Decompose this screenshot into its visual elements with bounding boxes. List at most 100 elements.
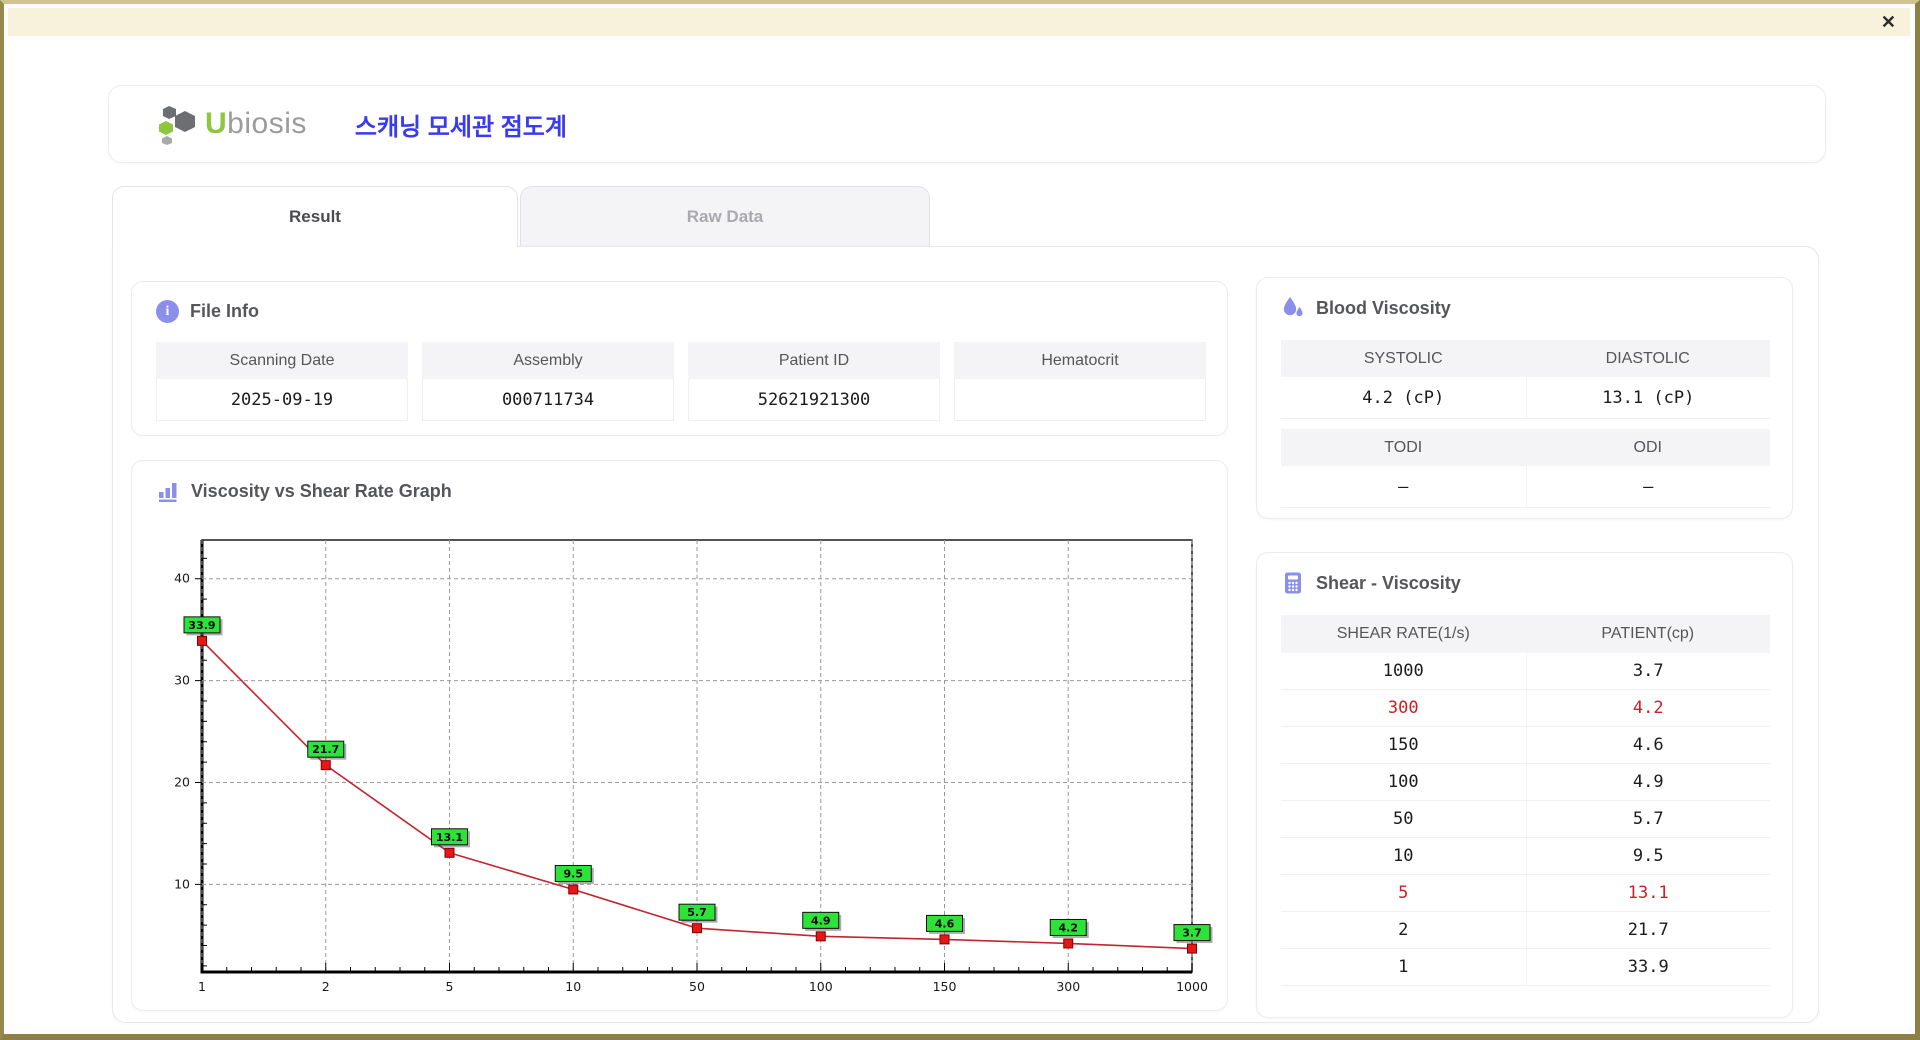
table-row: 150 4.6 <box>1281 727 1770 764</box>
patient-column-header: PATIENT(cp) <box>1601 625 1695 642</box>
metric-value: – <box>1525 466 1770 508</box>
table-row: 300 4.2 <box>1281 690 1770 727</box>
svg-text:5.7: 5.7 <box>687 906 707 919</box>
app-title: 스캐닝 모세관 점도계 <box>354 113 567 141</box>
field-value: 000711734 <box>422 379 674 421</box>
blood-viscosity-group: TODI ODI – – <box>1281 429 1770 508</box>
svg-text:10: 10 <box>174 876 190 891</box>
blood-viscosity-group: SYSTOLIC DIASTOLIC 4.2 (cP) 13.1 (cP) <box>1281 340 1770 419</box>
svg-text:30: 30 <box>174 673 190 688</box>
svg-text:5: 5 <box>446 979 454 994</box>
blood-viscosity-title: Blood Viscosity <box>1316 297 1451 318</box>
shear-viscosity-card: Shear - Viscosity SHEAR RATE(1/s) PATIEN… <box>1256 552 1793 1018</box>
header-card: Ubiosis 스캐닝 모세관 점도계 <box>108 85 1826 163</box>
svg-text:4.6: 4.6 <box>935 917 955 930</box>
droplets-icon <box>1283 297 1303 317</box>
shear-rate-cell: 1000 <box>1382 661 1424 681</box>
patient-cell: 33.9 <box>1525 949 1771 985</box>
shear-rate-cell: 10 <box>1393 846 1414 866</box>
svg-text:1: 1 <box>198 979 206 994</box>
svg-text:4.9: 4.9 <box>811 914 831 927</box>
brand-wordmark: Ubiosis <box>205 107 307 141</box>
table-row: 2 21.7 <box>1281 912 1770 949</box>
shear-viscosity-title: Shear - Viscosity <box>1316 572 1461 593</box>
patient-cell: 4.9 <box>1525 764 1771 800</box>
svg-text:10: 10 <box>565 979 581 994</box>
field-value <box>954 379 1206 421</box>
shear-table-header: SHEAR RATE(1/s) PATIENT(cp) <box>1281 615 1770 653</box>
svg-text:1000: 1000 <box>1176 979 1208 994</box>
blood-viscosity-grid: SYSTOLIC DIASTOLIC 4.2 (cP) 13.1 (cP) TODI OD… <box>1281 340 1770 518</box>
brand-first-letter: U <box>205 107 228 140</box>
tab-result[interactable]: Result <box>112 186 518 247</box>
table-row: 1 33.9 <box>1281 949 1770 986</box>
close-icon[interactable]: ✕ <box>1881 13 1896 31</box>
shear-rate-cell: 5 <box>1398 883 1409 903</box>
metric-label: TODI <box>1281 429 1526 466</box>
tab-raw-data[interactable]: Raw Data <box>520 186 930 247</box>
hexagon-logo-icon <box>159 106 195 145</box>
patient-cell: 3.7 <box>1525 653 1771 689</box>
calculator-icon <box>1285 572 1301 594</box>
metric-label: DIASTOLIC <box>1525 340 1770 377</box>
graph-card: Viscosity vs Shear Rate Graph 33.9 21.7 13… <box>131 460 1228 1011</box>
svg-text:100: 100 <box>809 979 833 994</box>
svg-text:9.5: 9.5 <box>564 867 584 880</box>
svg-text:4.2: 4.2 <box>1059 921 1079 934</box>
viscosity-chart: 33.9 21.7 13.1 9.5 5.7 4.9 4.6 4.2 3.7 10 20 30 40 1 2… <box>174 539 1213 994</box>
table-row: 10 9.5 <box>1281 838 1770 875</box>
svg-text:3.7: 3.7 <box>1182 927 1202 940</box>
shear-rate-cell: 1 <box>1398 957 1409 977</box>
svg-text:33.9: 33.9 <box>188 619 215 632</box>
patient-cell: 21.7 <box>1525 912 1771 948</box>
graph-title: Viscosity vs Shear Rate Graph <box>191 480 452 501</box>
table-row: 5 13.1 <box>1281 875 1770 912</box>
shear-table: SHEAR RATE(1/s) PATIENT(cp) 1000 3.7 300 4.… <box>1281 615 1770 986</box>
brand-logo: Ubiosis <box>155 103 307 145</box>
svg-text:150: 150 <box>933 979 957 994</box>
svg-text:40: 40 <box>174 571 190 586</box>
window-content: Ubiosis 스캐닝 모세관 점도계 Result Raw Data i Fi… <box>8 36 1910 1028</box>
svg-text:21.7: 21.7 <box>312 743 339 756</box>
result-panel: i File Info Scanning Date 2025-09-19 Assem… <box>112 246 1819 1023</box>
file-info-title: File Info <box>190 301 259 321</box>
shear-rate-cell: 300 <box>1387 698 1419 718</box>
shear-viscosity-header: Shear - Viscosity <box>1281 571 1461 595</box>
shear-rate-column-header: SHEAR RATE(1/s) <box>1336 625 1470 642</box>
metric-value: – <box>1281 466 1526 508</box>
file-info-field: Scanning Date 2025-09-19 <box>156 342 408 421</box>
bar-chart-icon <box>159 483 177 502</box>
field-label: Hematocrit <box>954 342 1206 379</box>
field-label: Patient ID <box>688 342 940 379</box>
svg-text:20: 20 <box>174 774 190 789</box>
shear-rate-cell: 150 <box>1387 735 1419 755</box>
title-bar: ✕ <box>8 8 1910 36</box>
patient-cell: 4.6 <box>1525 727 1771 763</box>
info-icon: i <box>156 300 179 323</box>
patient-cell: 5.7 <box>1525 801 1771 837</box>
table-row: 1000 3.7 <box>1281 653 1770 690</box>
blood-viscosity-header: Blood Viscosity <box>1281 296 1451 320</box>
patient-cell: 9.5 <box>1525 838 1771 874</box>
patient-cell: 13.1 <box>1525 875 1771 911</box>
svg-text:50: 50 <box>689 979 705 994</box>
svg-text:2: 2 <box>322 979 330 994</box>
table-row: 100 4.9 <box>1281 764 1770 801</box>
file-info-card: i File Info Scanning Date 2025-09-19 Assem… <box>131 281 1228 436</box>
field-label: Scanning Date <box>156 342 408 379</box>
svg-text:13.1: 13.1 <box>436 831 463 844</box>
metric-value: 13.1 (cP) <box>1525 377 1770 419</box>
svg-text:300: 300 <box>1056 979 1080 994</box>
file-info-fields: Scanning Date 2025-09-19 Assembly 000711734… <box>156 342 1206 421</box>
file-info-field: Hematocrit <box>954 342 1206 421</box>
field-value: 2025-09-19 <box>156 379 408 421</box>
brand-rest: biosis <box>227 107 307 140</box>
shear-table-body: 1000 3.7 300 4.2 150 4.6 100 4.9 50 5.7 10 9.5 5 13.1… <box>1281 653 1770 986</box>
field-value: 52621921300 <box>688 379 940 421</box>
table-row: 50 5.7 <box>1281 801 1770 838</box>
shear-rate-cell: 100 <box>1387 772 1419 792</box>
graph-header: Viscosity vs Shear Rate Graph <box>156 479 452 503</box>
shear-rate-cell: 2 <box>1398 920 1409 940</box>
file-info-field: Patient ID 52621921300 <box>688 342 940 421</box>
file-info-field: Assembly 000711734 <box>422 342 674 421</box>
